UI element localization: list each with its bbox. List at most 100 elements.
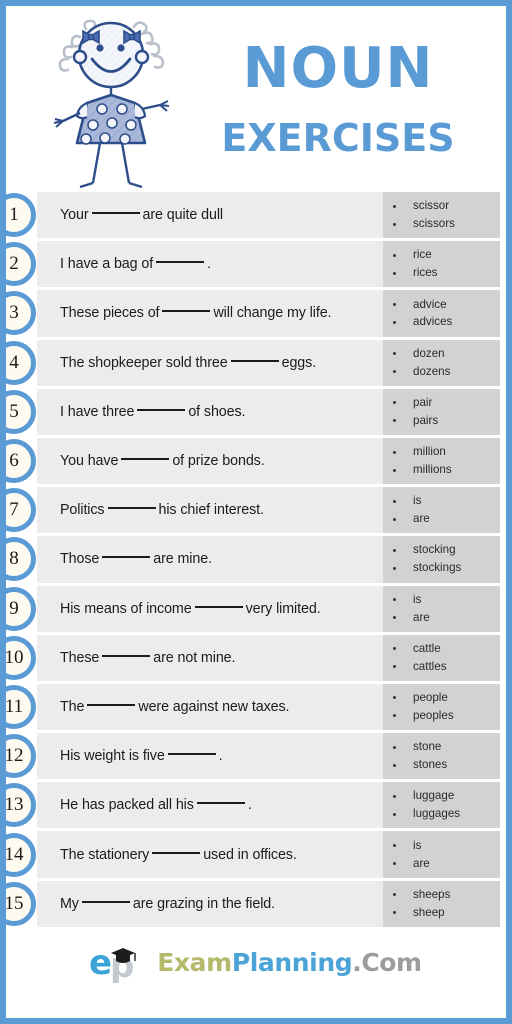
sentence-prefix: The [60,698,85,715]
sentence-prefix: Your [60,207,89,224]
answer-option[interactable]: advices [393,313,500,331]
answer-option-label: peoples [413,708,454,722]
answer-option[interactable]: sheeps [393,886,500,904]
answer-option[interactable]: peoples [393,707,500,725]
sentence-prefix: These pieces of [60,305,160,322]
answer-option[interactable]: sheep [393,904,500,922]
answer-options: million millions [383,437,500,485]
bullet-icon [393,647,396,651]
sentence-prefix: I have a bag of [60,256,154,273]
sentence-prefix: The shopkeeper sold three [60,354,228,371]
sentence-suffix: are not mine. [153,649,236,666]
bullet-icon [393,271,396,275]
answer-blank[interactable] [81,900,130,903]
question-number-badge: 4 [6,340,36,385]
answer-option[interactable]: million [393,443,500,461]
answer-option-label: stones [413,758,448,772]
sleeve-left [75,101,88,120]
sentence-suffix: will change my life. [213,305,332,322]
answer-blank[interactable] [196,802,245,805]
answer-option[interactable]: scissor [393,197,500,215]
answer-option[interactable]: cattle [393,640,500,658]
answer-blank[interactable] [194,605,243,608]
question-number-badge: 12 [6,734,36,779]
answer-option[interactable]: rices [393,264,500,282]
answer-options: is are [383,487,500,534]
answer-option[interactable]: stones [393,756,500,774]
answer-blank[interactable] [91,212,140,215]
question-number-badge: 6 [6,439,36,484]
exercise-row: 7 Politics his chief interest. is are [6,487,506,534]
sentence-prefix: His weight is five [60,748,165,765]
sentence-suffix: of prize bonds. [172,453,265,470]
exercise-row: 8 Those are mine. stocking stockings [6,536,506,583]
answer-blank[interactable] [162,310,211,313]
bullet-icon [393,566,396,570]
answer-options: pair pairs [383,388,500,435]
exercise-row: 12 His weight is five. stone stones [6,733,506,780]
leg-right [120,142,131,184]
answer-option[interactable]: luggage [393,787,500,805]
eye-left [96,44,104,52]
answer-option-label: dozens [413,364,451,378]
title-block: NOUN EXERCISES [180,41,506,158]
answer-option[interactable]: people [393,689,500,707]
answer-blank[interactable] [87,703,136,706]
answer-option[interactable]: luggages [393,805,500,823]
bullet-icon [393,893,396,897]
answer-option[interactable]: stocking [393,541,500,559]
answer-option-label: scissors [413,217,455,231]
answer-option-label: are [413,610,430,624]
answer-blank[interactable] [137,408,186,411]
question-number-badge: 15 [6,881,36,926]
sentence-prefix: He has packed all his [60,797,194,814]
sentence-suffix: very limited. [245,600,321,617]
answer-blank[interactable] [107,507,156,510]
bullet-icon [393,696,396,700]
answer-option[interactable]: stockings [393,559,500,577]
answer-blank[interactable] [102,654,151,657]
answer-options: people peoples [383,683,500,731]
answer-option-label: luggages [413,807,461,821]
sentence-suffix: his chief interest. [158,502,264,519]
answer-option-label: is [413,592,422,606]
exercise-row: 3 These pieces of will change my life. advi… [6,290,506,337]
answer-option[interactable]: dozens [393,363,500,381]
answer-blank[interactable] [102,556,151,559]
answer-option[interactable]: dozen [393,345,500,363]
answer-option[interactable]: scissors [393,215,500,233]
answer-blank[interactable] [167,753,216,756]
answer-option[interactable]: pairs [393,412,500,430]
brand-exam: Exam [157,948,232,978]
answer-option[interactable]: is [393,591,500,609]
answer-option[interactable]: rice [393,246,500,264]
answer-option[interactable]: stone [393,738,500,756]
footer: e p ExamPlanning.Com [6,929,506,996]
answer-blank[interactable] [230,359,279,362]
answer-option-label: rice [413,248,432,262]
answer-option[interactable]: millions [393,461,500,479]
answer-blank[interactable] [156,261,205,264]
answer-option[interactable]: are [393,609,500,627]
answer-option[interactable]: is [393,492,500,510]
bullet-icon [393,302,396,306]
question-sentence: His means of income very limited. [60,586,321,632]
answer-option[interactable]: are [393,855,500,873]
answer-option-label: are [413,512,430,526]
hand-right [159,100,170,112]
answer-option[interactable]: advice [393,296,500,314]
answer-blank[interactable] [152,851,201,854]
answer-option[interactable]: pair [393,394,500,412]
answer-blank[interactable] [121,458,170,461]
question-sentence: My are grazing in the field. [60,881,275,927]
answer-options: stocking stockings [383,536,500,583]
answer-option[interactable]: cattles [393,658,500,676]
question-number-badge: 13 [6,783,36,828]
question-sentence: Politics his chief interest. [60,487,264,533]
exercise-row: 4 The shopkeeper sold three eggs. dozen doze… [6,339,506,386]
answer-option[interactable]: is [393,837,500,855]
answer-option[interactable]: are [393,510,500,528]
hand-left [53,118,64,128]
question-number-badge: 10 [6,635,36,680]
bullet-icon [393,548,396,552]
